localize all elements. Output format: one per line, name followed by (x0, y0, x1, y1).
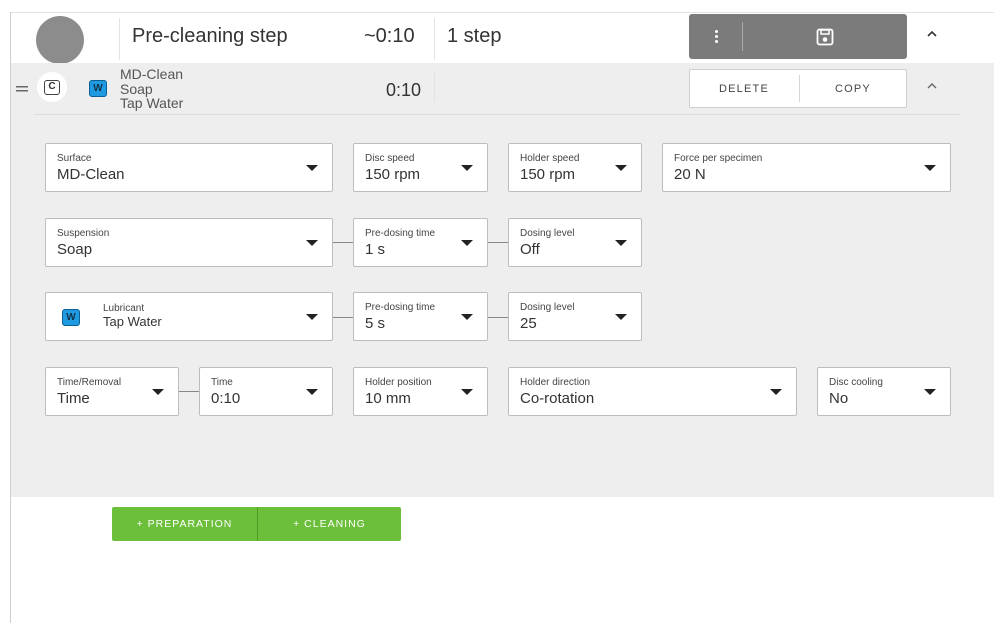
holder-position-label: Holder position (365, 377, 432, 388)
field-connector (488, 317, 508, 318)
time-removal-value: Time (57, 390, 90, 407)
time-removal-select[interactable]: Time/Removal Time (45, 367, 179, 416)
dosing-level-label: Dosing level (520, 302, 575, 313)
summary-divider (434, 72, 435, 102)
caret-down-icon (461, 389, 473, 395)
force-label: Force per specimen (674, 153, 763, 164)
chevron-up-icon (927, 83, 937, 89)
force-select[interactable]: Force per specimen 20 N (662, 143, 951, 192)
disc-cooling-select[interactable]: Disc cooling No (817, 367, 951, 416)
header-divider (434, 18, 435, 60)
disc-speed-label: Disc speed (365, 153, 415, 164)
copy-button[interactable]: COPY (800, 70, 906, 107)
chevron-up-icon (927, 30, 937, 37)
disc-speed-value: 150 rpm (365, 166, 421, 183)
predosing-value: 5 s (365, 315, 386, 332)
header-divider (119, 18, 120, 60)
force-value: 20 N (674, 166, 706, 183)
holder-position-value: 10 mm (365, 390, 411, 407)
holder-speed-value: 150 rpm (520, 166, 576, 183)
save-button[interactable] (743, 14, 907, 59)
predosing-value: 1 s (365, 241, 386, 258)
delete-button[interactable]: DELETE (690, 70, 798, 107)
vertical-dots-icon (714, 30, 718, 43)
caret-down-icon (461, 314, 473, 320)
caret-down-icon (615, 165, 627, 171)
caret-down-icon (306, 165, 318, 171)
lubricant-label: Lubricant (103, 303, 145, 314)
floppy-disk-icon (816, 28, 834, 45)
suspension-dosing-select[interactable]: Dosing level Off (508, 218, 642, 267)
time-value: 0:10 (211, 390, 241, 407)
summary-time: 0:10 (386, 80, 422, 100)
disc-cooling-value: No (829, 390, 849, 407)
lubricant-value: Tap Water (103, 314, 162, 329)
suspension-predosing-select[interactable]: Pre-dosing time 1 s (353, 218, 488, 267)
step-title: Pre-cleaning step (132, 25, 288, 47)
method-avatar (36, 16, 84, 64)
lubricant-dosing-select[interactable]: Dosing level 25 (508, 292, 642, 341)
holder-direction-label: Holder direction (520, 377, 591, 388)
time-removal-label: Time/Removal (57, 377, 122, 388)
holder-position-select[interactable]: Holder position 10 mm (353, 367, 488, 416)
field-connector (179, 391, 199, 392)
disc-speed-select[interactable]: Disc speed 150 rpm (353, 143, 488, 192)
predosing-label: Pre-dosing time (365, 228, 436, 239)
suspension-select[interactable]: Suspension Soap (45, 218, 333, 267)
lubricant-select[interactable]: W Lubricant Tap Water (45, 292, 333, 341)
holder-direction-select[interactable]: Holder direction Co-rotation (508, 367, 797, 416)
drag-handle-icon[interactable] (16, 80, 32, 98)
caret-down-icon (306, 240, 318, 246)
caret-down-icon (306, 389, 318, 395)
add-preparation-button[interactable]: + PREPARATION (112, 507, 257, 541)
caret-down-icon (770, 389, 782, 395)
caret-down-icon (924, 165, 936, 171)
step-count: 1 step (447, 25, 502, 47)
dosing-level-label: Dosing level (520, 228, 575, 239)
step-divider (34, 114, 961, 115)
surface-value: MD-Clean (57, 166, 125, 183)
cleaning-type-badge: C (44, 80, 60, 95)
caret-down-icon (306, 314, 318, 320)
caret-down-icon (461, 240, 473, 246)
holder-speed-label: Holder speed (520, 153, 580, 164)
add-cleaning-button[interactable]: + CLEANING (258, 507, 401, 541)
holder-direction-value: Co-rotation (520, 390, 595, 407)
suspension-label: Suspension (57, 228, 110, 239)
holder-speed-select[interactable]: Holder speed 150 rpm (508, 143, 642, 192)
time-label: Time (211, 377, 233, 388)
collapse-step-button[interactable] (920, 80, 944, 100)
field-connector (333, 242, 353, 243)
field-connector (488, 242, 508, 243)
caret-down-icon (615, 240, 627, 246)
predosing-label: Pre-dosing time (365, 302, 436, 313)
dosing-level-value: 25 (520, 315, 537, 332)
caret-down-icon (924, 389, 936, 395)
suspension-value: Soap (57, 241, 93, 258)
caret-down-icon (461, 165, 473, 171)
time-select[interactable]: Time 0:10 (199, 367, 333, 416)
summary-surface: MD-Clean (120, 66, 184, 82)
step-panel (11, 63, 994, 497)
summary-lubricant: Tap Water (120, 95, 184, 111)
surface-select[interactable]: Surface MD-Clean (45, 143, 333, 192)
lubricant-predosing-select[interactable]: Pre-dosing time 5 s (353, 292, 488, 341)
more-options-button[interactable] (689, 14, 743, 59)
water-badge: W (89, 80, 107, 97)
disc-cooling-label: Disc cooling (829, 377, 883, 388)
field-connector (333, 317, 353, 318)
caret-down-icon (152, 389, 164, 395)
collapse-header-button[interactable] (920, 27, 944, 49)
step-duration: ~0:10 (364, 25, 415, 47)
summary-suspension: Soap (120, 81, 153, 97)
caret-down-icon (615, 314, 627, 320)
water-badge: W (62, 309, 80, 326)
dosing-level-value: Off (520, 241, 540, 258)
surface-label: Surface (57, 153, 92, 164)
